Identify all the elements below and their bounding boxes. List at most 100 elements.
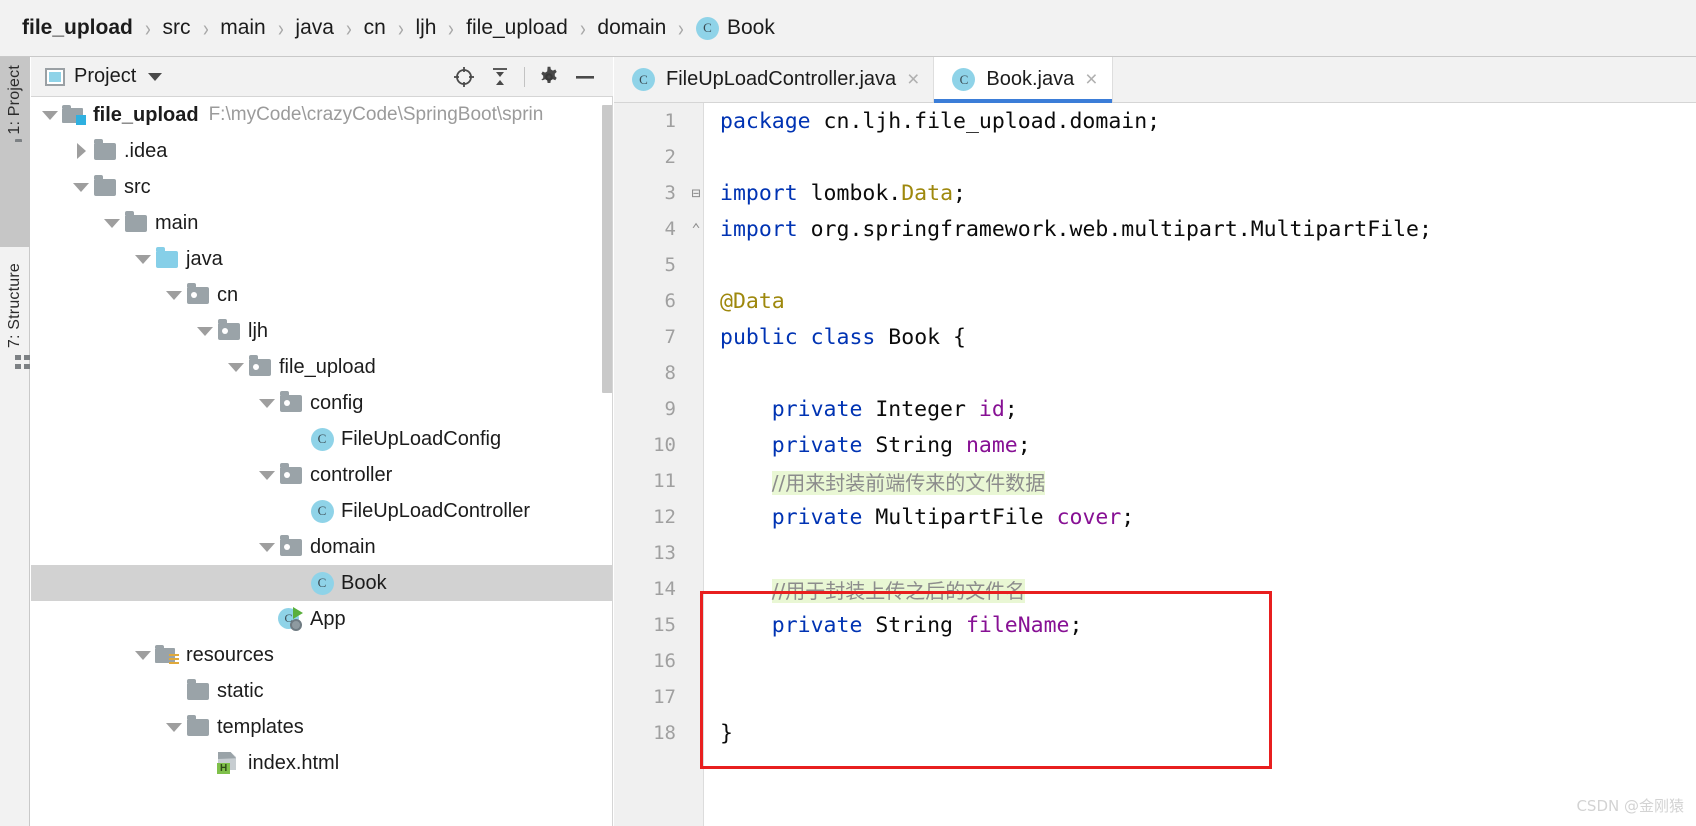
- package-icon: [278, 534, 304, 556]
- breadcrumb-separator: ›: [202, 14, 209, 41]
- code-line[interactable]: 15 private String fileName;: [614, 607, 1696, 643]
- code-line[interactable]: 1 package cn.ljh.file_upload.domain;: [614, 103, 1696, 139]
- chevron-down-icon[interactable]: [163, 722, 185, 732]
- tree-node-static[interactable]: static: [31, 673, 613, 709]
- chevron-down-icon[interactable]: [101, 218, 123, 228]
- code-token: org.springframework.web.multipart.Multip…: [797, 216, 1432, 242]
- code-line[interactable]: 13: [614, 535, 1696, 571]
- tab-fileuploadcontroller-java[interactable]: C FileUpLoadController.java ×: [614, 57, 935, 102]
- code-token: Book {: [875, 324, 966, 350]
- breadcrumb-item-cn[interactable]: cn: [364, 16, 386, 40]
- chevron-down-icon[interactable]: [70, 182, 92, 192]
- sidebar-item-project[interactable]: 1: Project: [0, 57, 30, 247]
- code-line[interactable]: 14 //用于封装上传之后的文件名: [614, 571, 1696, 607]
- chevron-down-icon[interactable]: [256, 470, 278, 480]
- tree-node-file_upload[interactable]: file_upload: [31, 349, 613, 385]
- breadcrumb-item-book[interactable]: C Book: [695, 16, 775, 40]
- tree-node-label: file_upload: [93, 103, 199, 126]
- package-icon: [278, 462, 304, 484]
- fold-marker-icon[interactable]: ⊟: [688, 184, 704, 202]
- code-line[interactable]: 4 ⌃ import org.springframework.web.multipa…: [614, 211, 1696, 247]
- fold-marker-icon[interactable]: ⌃: [688, 220, 704, 238]
- code-line[interactable]: 2: [614, 139, 1696, 175]
- chevron-down-icon[interactable]: [256, 398, 278, 408]
- code-line[interactable]: 9 private Integer id;: [614, 391, 1696, 427]
- code-line[interactable]: 12 private MultipartFile cover;: [614, 499, 1696, 535]
- close-icon[interactable]: ×: [1085, 69, 1097, 90]
- collapse-all-button[interactable]: [482, 61, 518, 93]
- package-icon: [247, 354, 273, 376]
- breadcrumb-item-file_upload[interactable]: file_upload: [22, 16, 133, 40]
- tree-node-label: src: [124, 175, 151, 198]
- line-number: 14: [653, 578, 676, 600]
- tree-node-label: domain: [310, 535, 376, 558]
- tree-node-book[interactable]: C Book: [31, 565, 613, 601]
- tree-node-fileuploadcontroller[interactable]: C FileUpLoadController: [31, 493, 613, 529]
- chevron-down-icon[interactable]: [132, 254, 154, 264]
- chevron-down-icon[interactable]: [163, 290, 185, 300]
- code-line[interactable]: 6 @Data: [614, 283, 1696, 319]
- breadcrumb-item-domain[interactable]: domain: [597, 16, 666, 40]
- panel-splitter[interactable]: [612, 97, 613, 826]
- breadcrumb-item-java[interactable]: java: [295, 16, 334, 40]
- code-content[interactable]: 1 package cn.ljh.file_upload.domain; 2 3 ⊟ im…: [614, 103, 1696, 826]
- code-token: import: [720, 180, 798, 206]
- tree-node-fileuploadconfig[interactable]: C FileUpLoadConfig: [31, 421, 613, 457]
- breadcrumb-item-label: main: [220, 16, 266, 39]
- code-line[interactable]: 8: [614, 355, 1696, 391]
- tree-node-file_upload[interactable]: file_upload F:\myCode\crazyCode\SpringBoo…: [31, 97, 613, 133]
- tree-node-ljh[interactable]: ljh: [31, 313, 613, 349]
- breadcrumb: file_upload › src › main › java › cn › ljh › file_up…: [0, 0, 1696, 57]
- tree-node-java[interactable]: java: [31, 241, 613, 277]
- breadcrumb-items: file_upload › src › main › java › cn › ljh › file_up…: [22, 15, 775, 42]
- code-line[interactable]: 17: [614, 679, 1696, 715]
- tree-node-main[interactable]: main: [31, 205, 613, 241]
- code-text: private String fileName;: [704, 613, 1083, 638]
- code-text: package cn.ljh.file_upload.domain;: [704, 109, 1160, 134]
- breadcrumb-item-main[interactable]: main: [220, 16, 266, 40]
- chevron-right-icon[interactable]: [70, 143, 92, 159]
- tree-node-templates[interactable]: templates: [31, 709, 613, 745]
- code-line[interactable]: 3 ⊟ import lombok.Data;: [614, 175, 1696, 211]
- tree-node-app[interactable]: C App: [31, 601, 613, 637]
- chevron-down-icon[interactable]: [225, 362, 247, 372]
- tree-node-resources[interactable]: resources: [31, 637, 613, 673]
- class-icon: C: [952, 68, 976, 91]
- close-icon[interactable]: ×: [907, 69, 919, 90]
- chevron-down-icon[interactable]: [256, 542, 278, 552]
- project-tree[interactable]: file_upload F:\myCode\crazyCode\SpringBoo…: [31, 97, 613, 826]
- chevron-down-icon[interactable]: [148, 72, 163, 81]
- code-editor[interactable]: 1 package cn.ljh.file_upload.domain; 2 3 ⊟ im…: [614, 103, 1696, 826]
- locate-in-tree-button[interactable]: [446, 61, 482, 93]
- sidebar-item-structure[interactable]: 7: Structure: [0, 255, 30, 440]
- settings-button[interactable]: [531, 61, 567, 93]
- code-line[interactable]: 10 private String name;: [614, 427, 1696, 463]
- tab-book-java[interactable]: C Book.java ×: [934, 57, 1113, 103]
- code-line[interactable]: 5: [614, 247, 1696, 283]
- tree-node-index.html[interactable]: Hindex.html: [31, 745, 613, 781]
- tree-node-domain[interactable]: domain: [31, 529, 613, 565]
- tree-node-controller[interactable]: controller: [31, 457, 613, 493]
- tree-node-label: .idea: [124, 139, 168, 162]
- tree-node-src[interactable]: src: [31, 169, 613, 205]
- breadcrumb-item-src[interactable]: src: [163, 16, 191, 40]
- chevron-down-icon[interactable]: [132, 650, 154, 660]
- tree-node-.idea[interactable]: .idea: [31, 133, 613, 169]
- breadcrumb-item-ljh[interactable]: ljh: [415, 16, 436, 40]
- breadcrumb-item-label: domain: [597, 16, 667, 39]
- tree-node-config[interactable]: config: [31, 385, 613, 421]
- code-line[interactable]: 11 //用来封装前端传来的文件数据: [614, 463, 1696, 499]
- code-token: ;: [953, 180, 966, 206]
- breadcrumb-item-file_upload[interactable]: file_upload: [466, 16, 568, 40]
- hide-panel-button[interactable]: [567, 61, 603, 93]
- html-file-icon: H: [216, 752, 242, 774]
- code-token: Integer: [862, 396, 979, 422]
- class-icon: C: [695, 16, 719, 40]
- chevron-down-icon[interactable]: [39, 110, 61, 120]
- code-line[interactable]: 18}: [614, 715, 1696, 751]
- code-line[interactable]: 7 public class Book {: [614, 319, 1696, 355]
- code-line[interactable]: 16: [614, 643, 1696, 679]
- tree-node-cn[interactable]: cn: [31, 277, 613, 313]
- chevron-down-icon[interactable]: [194, 326, 216, 336]
